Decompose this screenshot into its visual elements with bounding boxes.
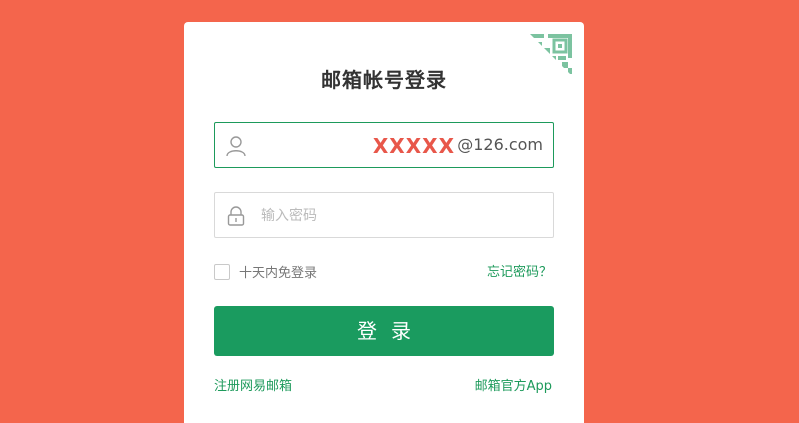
official-app-link[interactable]: 邮箱官方App: [475, 375, 552, 394]
account-masked-value: XXXXX: [372, 134, 455, 158]
lock-icon: [225, 205, 247, 227]
remember-me[interactable]: 十天内免登录: [214, 262, 317, 281]
password-field[interactable]: [214, 192, 554, 238]
register-link[interactable]: 注册网易邮箱: [214, 375, 292, 394]
login-button[interactable]: 登录: [214, 306, 554, 356]
user-icon: [225, 135, 247, 157]
remember-checkbox[interactable]: [214, 263, 230, 280]
remember-label: 十天内免登录: [239, 266, 318, 281]
domain-suffix: @126.com: [457, 135, 543, 154]
login-card: 邮箱帐号登录 XXXXX @126.com 十天内免登录 忘记密码？ 登录 注册…: [184, 22, 584, 423]
forgot-password-link[interactable]: 忘记密码？: [487, 261, 552, 280]
account-field[interactable]: XXXXX @126.com: [214, 122, 554, 168]
login-title: 邮箱帐号登录: [321, 68, 447, 92]
password-input[interactable]: [259, 203, 543, 229]
